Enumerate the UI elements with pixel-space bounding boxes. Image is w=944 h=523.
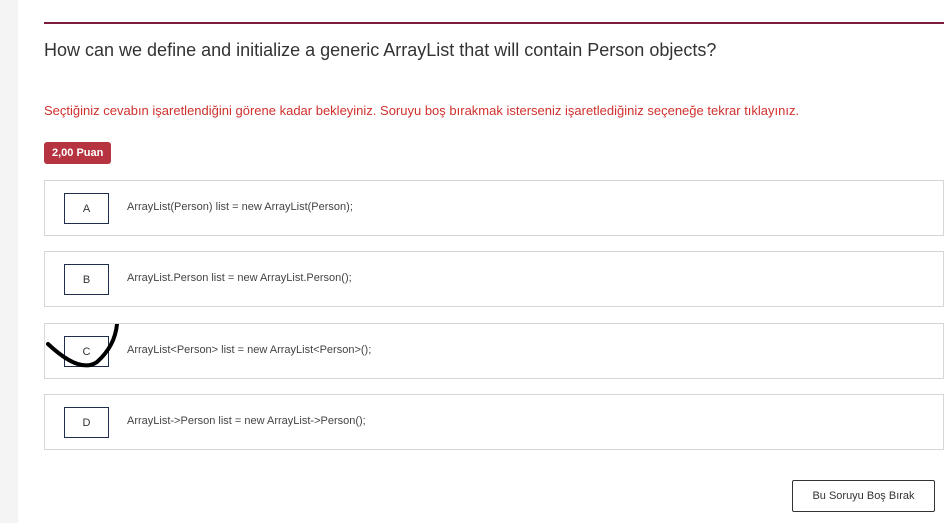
option-b[interactable]: B ArrayList.Person list = new ArrayList.…: [44, 251, 944, 307]
option-b-text: ArrayList.Person list = new ArrayList.Pe…: [127, 272, 352, 284]
skip-question-button[interactable]: Bu Soruyu Boş Bırak: [792, 480, 935, 512]
instruction-warning: Seçtiğiniz cevabın işaretlendiğini gören…: [44, 103, 800, 118]
option-a-text: ArrayList(Person) list = new ArrayList(P…: [127, 201, 353, 213]
checkmark-icon: [46, 324, 119, 368]
option-d-letter[interactable]: D: [64, 407, 109, 438]
top-divider: [44, 22, 944, 24]
option-b-letter[interactable]: B: [64, 264, 109, 295]
option-c[interactable]: C ArrayList<Person> list = new ArrayList…: [44, 323, 944, 379]
option-a[interactable]: A ArrayList(Person) list = new ArrayList…: [44, 180, 944, 236]
option-c-text: ArrayList<Person> list = new ArrayList<P…: [127, 344, 372, 356]
option-a-letter[interactable]: A: [64, 193, 109, 224]
points-badge: 2,00 Puan: [44, 142, 112, 164]
question-card: How can we define and initialize a gener…: [18, 0, 944, 523]
option-d-text: ArrayList->Person list = new ArrayList->…: [127, 415, 366, 427]
option-d[interactable]: D ArrayList->Person list = new ArrayList…: [44, 394, 944, 450]
question-text: How can we define and initialize a gener…: [44, 40, 717, 60]
